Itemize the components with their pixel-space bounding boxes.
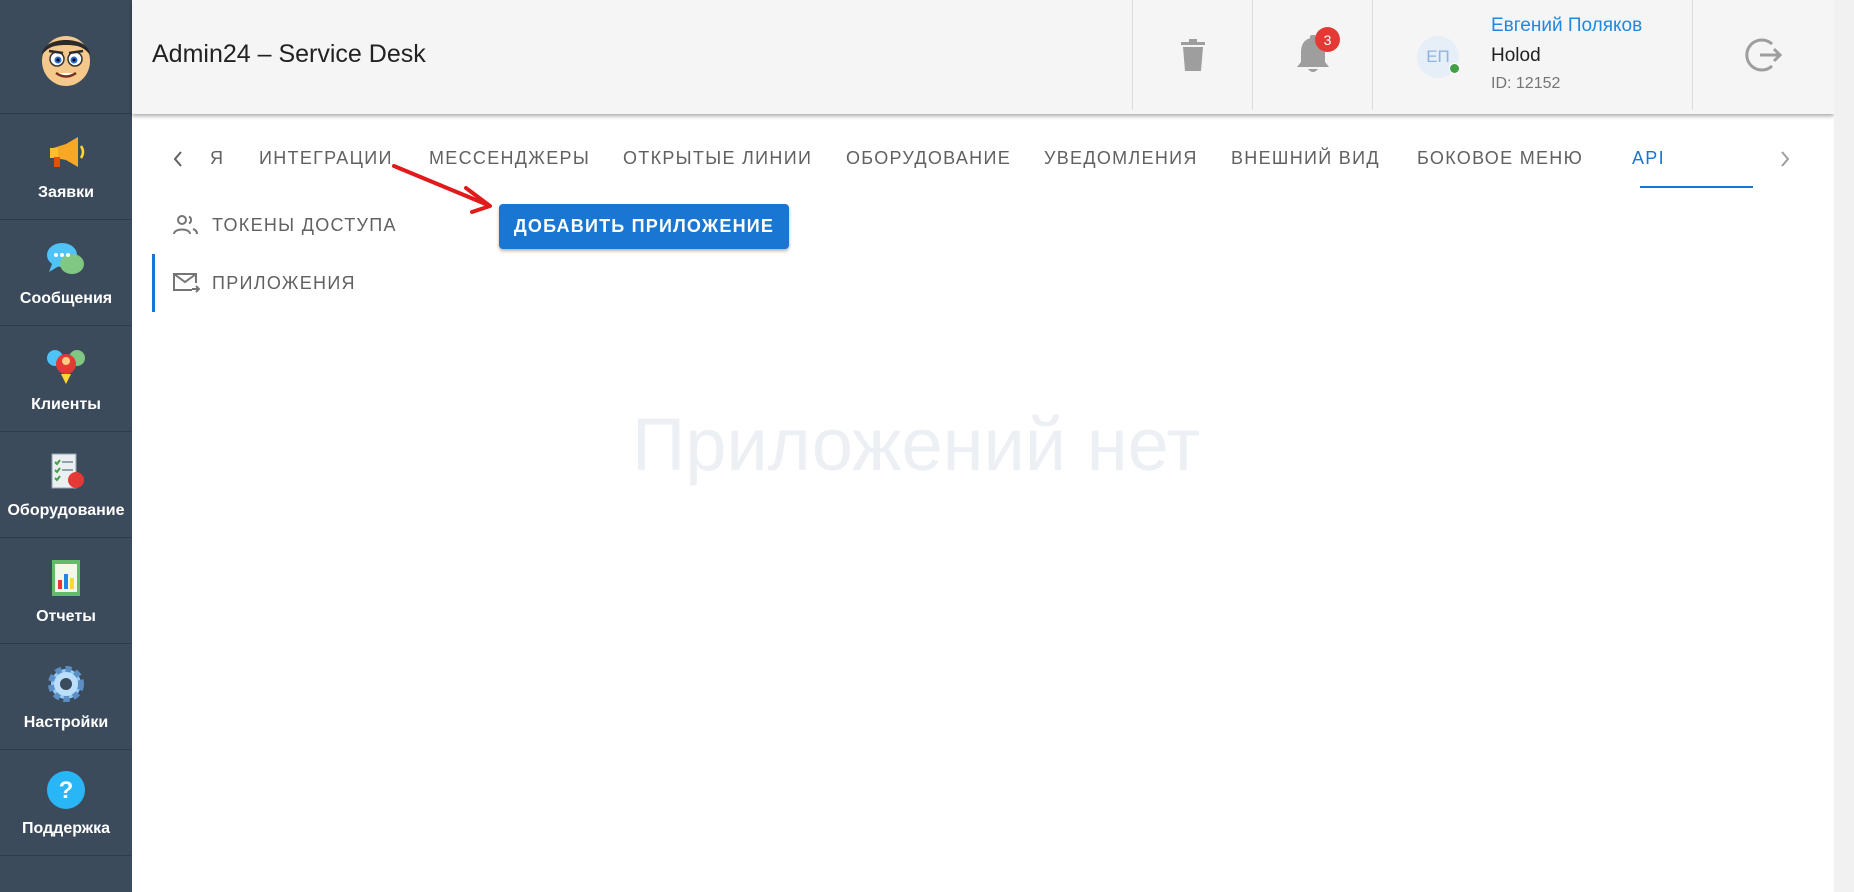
notification-count-badge: 3 — [1315, 27, 1340, 52]
active-tab-indicator — [1640, 186, 1753, 188]
sidebar-item-label: Отчеты — [36, 607, 96, 625]
tab-equipment[interactable]: ОБОРУДОВАНИЕ — [846, 148, 1011, 169]
user-name-link[interactable]: Евгений Поляков — [1491, 15, 1642, 37]
user-organization: Holod — [1491, 45, 1541, 66]
help-question-icon: ? — [47, 770, 85, 809]
sidebar-item-requests[interactable]: Заявки — [0, 114, 132, 220]
face-logo-icon — [42, 35, 90, 86]
trash-button[interactable] — [1132, 0, 1252, 110]
sidebar-item-support[interactable]: ? Поддержка — [0, 750, 132, 856]
sidebar-item-label: Поддержка — [21, 819, 111, 837]
sidebar-item-messages[interactable]: Сообщения — [0, 220, 132, 326]
user-id: ID: 12152 — [1491, 75, 1561, 92]
tabs-scroll-right[interactable] — [1775, 147, 1795, 171]
tab-appearance[interactable]: ВНЕШНИЙ ВИД — [1231, 148, 1380, 169]
tab-side-menu[interactable]: БОКОВОЕ МЕНЮ — [1417, 148, 1583, 169]
page-scrollbar[interactable] — [1834, 0, 1854, 892]
sidebar-item-label: Настройки — [23, 713, 109, 731]
equipment-checklist-icon — [51, 453, 84, 488]
sidebar-item-label: Оборудование — [7, 501, 125, 519]
tab-api[interactable]: API — [1632, 148, 1665, 169]
online-status-dot — [1449, 63, 1460, 74]
submenu-label: ТОКЕНЫ ДОСТУПА — [212, 214, 397, 235]
tab-integrations[interactable]: ИНТЕГРАЦИИ — [259, 148, 393, 169]
user-profile[interactable]: ЕП Евгений Поляков Holod ID: 12152 — [1372, 0, 1692, 110]
submenu-applications[interactable]: ПРИЛОЖЕНИЯ — [152, 254, 356, 312]
submenu-access-tokens[interactable]: ТОКЕНЫ ДОСТУПА — [152, 196, 397, 254]
tab-notifications[interactable]: УВЕДОМЛЕНИЯ — [1044, 148, 1198, 169]
svg-text:?: ? — [59, 777, 74, 804]
top-header: Admin24 – Service Desk 3 ЕП Евгений Поля… — [132, 0, 1834, 114]
clients-icon — [47, 349, 85, 384]
tab-partial[interactable]: Я — [210, 148, 224, 169]
logout-button[interactable] — [1692, 0, 1834, 110]
chat-bubbles-icon — [47, 242, 84, 274]
gear-icon — [48, 665, 84, 702]
logo[interactable] — [0, 0, 132, 114]
sidebar-item-label: Сообщения — [19, 289, 113, 307]
chevron-right-icon — [1781, 151, 1790, 167]
megaphone-icon — [50, 136, 85, 167]
sidebar-item-reports[interactable]: Отчеты — [0, 538, 132, 644]
sidebar-item-label: Заявки — [38, 183, 94, 201]
sidebar-item-settings[interactable]: Настройки — [0, 644, 132, 750]
tabs-scroll-left[interactable] — [168, 147, 188, 171]
mail-forward-icon — [172, 269, 200, 297]
add-application-button[interactable]: ДОБАВИТЬ ПРИЛОЖЕНИЕ — [499, 204, 789, 249]
report-chart-icon — [52, 559, 80, 596]
logout-icon — [1744, 38, 1782, 72]
tab-open-lines[interactable]: ОТКРЫТЫЕ ЛИНИИ — [623, 148, 812, 169]
sidebar-item-label: Клиенты — [31, 395, 101, 413]
trash-icon — [1180, 39, 1205, 71]
submenu-label: ПРИЛОЖЕНИЯ — [212, 272, 356, 293]
chevron-left-icon — [173, 151, 182, 167]
sidebar-item-clients[interactable]: Клиенты — [0, 326, 132, 432]
empty-state-text: Приложений нет — [632, 403, 1201, 486]
users-icon — [172, 211, 200, 239]
sidebar: Заявки Сообщения Клиенты Оборудование От… — [0, 0, 132, 892]
annotation-arrow-icon — [392, 164, 492, 214]
notifications-button[interactable]: 3 — [1252, 0, 1372, 110]
app-title: Admin24 – Service Desk — [152, 40, 426, 68]
sidebar-item-equipment[interactable]: Оборудование — [0, 432, 132, 538]
